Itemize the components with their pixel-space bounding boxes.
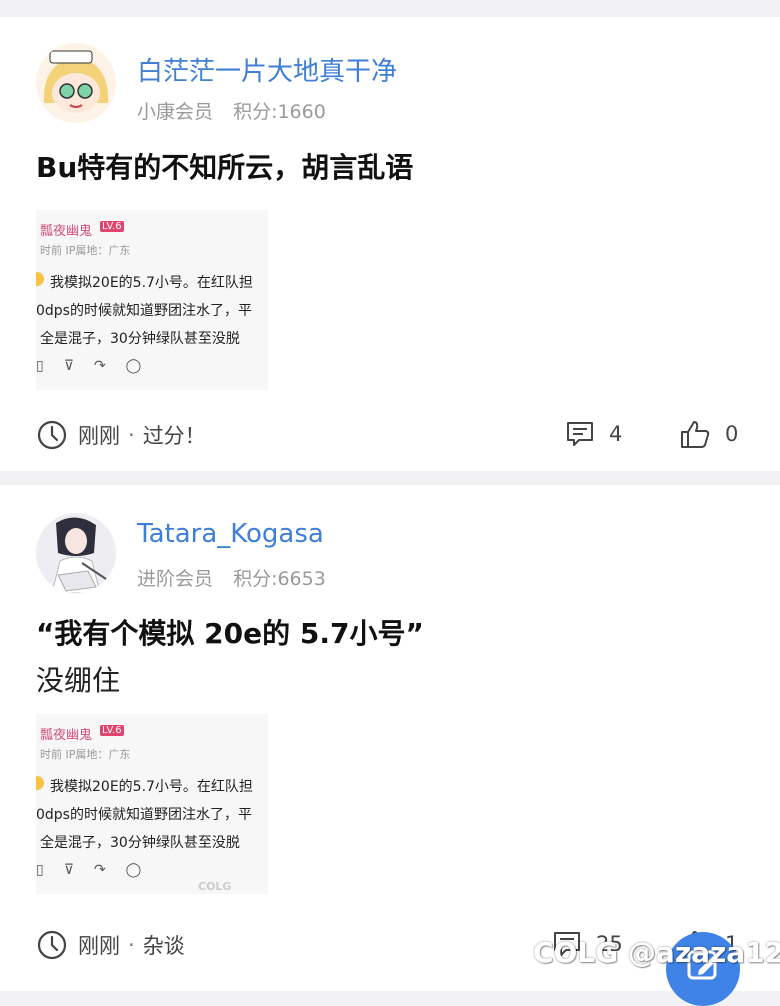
thumb-username: 瓢夜幽鬼 [40, 728, 93, 743]
thumb-action-icons: ▯⊽↷◯ [36, 358, 162, 374]
like-count: 0 [725, 422, 739, 446]
emoji-icon [36, 776, 44, 790]
post-card[interactable]: Tatara_Kogasa 进阶会员 积分:6653 “我有个模拟 20e的 5… [0, 485, 780, 991]
thumb-action-icons: ▯⊽↷◯ [36, 862, 162, 878]
emoji-icon [36, 272, 44, 286]
post-title[interactable]: Bu特有的不知所云，胡言乱语 [36, 146, 413, 186]
post-body: 没绷住 [36, 664, 121, 697]
avatar[interactable] [36, 513, 116, 593]
thumbs-up-icon [681, 421, 710, 448]
separator-dot: · [128, 423, 135, 447]
thumb-line: 全是混子，30分钟绿队甚至没脱 [40, 835, 240, 851]
post-card[interactable]: 白茫茫一片大地真干净 小康会员 积分:1660 Bu特有的不知所云，胡言乱语 瓢… [0, 17, 780, 471]
member-level: 进阶会员 [137, 568, 214, 590]
post-time-category: 刚刚 · 杂谈 [36, 929, 185, 961]
post-category[interactable]: 过分！ [143, 420, 206, 450]
post-category[interactable]: 杂谈 [143, 930, 185, 960]
post-time-category: 刚刚 · 过分！ [36, 419, 206, 451]
thumb-line: 0dps的时候就知道野团注水了，平 [36, 303, 252, 319]
post-image[interactable]: 瓢夜幽鬼 LV.6 时前 IP属地：广东 我模拟20E的5.7小号。在红队担 0… [36, 210, 268, 390]
like-button[interactable]: 0 [679, 419, 738, 449]
thumb-level-badge: LV.6 [100, 725, 124, 736]
avatar[interactable] [36, 43, 116, 123]
post-image[interactable]: 瓢夜幽鬼 LV.6 时前 IP属地：广东 我模拟20E的5.7小号。在红队担 0… [36, 714, 268, 894]
thumb-line: 我模拟20E的5.7小号。在红队担 [50, 779, 253, 795]
thumb-username: 瓢夜幽鬼 [40, 224, 93, 239]
points: 积分:1660 [233, 101, 326, 123]
clock-icon [37, 420, 67, 450]
comment-count: 4 [609, 422, 623, 446]
clock-icon [37, 930, 67, 960]
points: 积分:6653 [233, 568, 326, 590]
comment-icon [567, 422, 593, 446]
post-time: 刚刚 [78, 424, 120, 448]
thumb-ip: 时前 IP属地：广东 [40, 244, 131, 257]
user-meta: 小康会员 积分:1660 [137, 97, 340, 124]
watermark: COLG @azaza123 [533, 936, 780, 969]
thumb-line: 0dps的时候就知道野团注水了，平 [36, 807, 252, 823]
thumb-line: 我模拟20E的5.7小号。在红队担 [50, 275, 253, 291]
post-time: 刚刚 [78, 934, 120, 958]
thumb-watermark: COLG [198, 880, 232, 893]
comment-button[interactable]: 4 [565, 419, 622, 449]
user-meta: 进阶会员 积分:6653 [137, 564, 340, 591]
post-title[interactable]: “我有个模拟 20e的 5.7小号” [36, 612, 424, 652]
username[interactable]: 白茫茫一片大地真干净 [137, 51, 397, 88]
separator-dot: · [128, 933, 135, 957]
thumb-ip: 时前 IP属地：广东 [40, 748, 131, 761]
member-level: 小康会员 [137, 101, 214, 123]
thumb-line: 全是混子，30分钟绿队甚至没脱 [40, 331, 240, 347]
thumb-level-badge: LV.6 [100, 221, 124, 232]
username[interactable]: Tatara_Kogasa [137, 519, 324, 549]
